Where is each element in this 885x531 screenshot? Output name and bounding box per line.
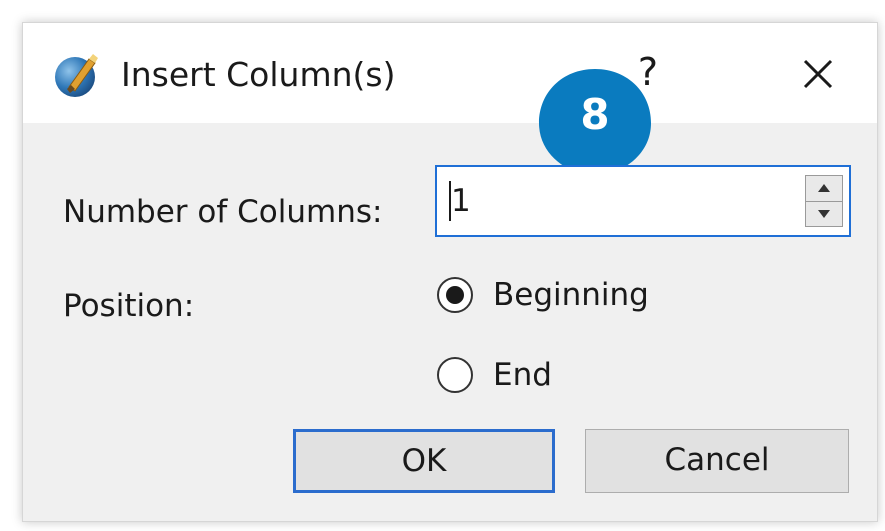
number-of-columns-input[interactable] [451, 167, 751, 235]
title-bar: Insert Column(s) ? [23, 23, 877, 123]
spin-up-button[interactable] [805, 175, 843, 201]
text-caret [449, 181, 451, 221]
callout-number: 8 [580, 90, 610, 139]
radio-unselected-icon [435, 355, 475, 395]
dialog-title: Insert Column(s) [121, 55, 396, 94]
arrow-down-icon [818, 210, 830, 218]
radio-end[interactable]: End [435, 347, 795, 403]
close-button[interactable] [793, 49, 843, 99]
arrow-up-icon [818, 184, 830, 192]
number-of-columns-spinbox[interactable] [435, 165, 851, 237]
number-of-columns-label: Number of Columns: [63, 194, 383, 230]
spin-down-button[interactable] [805, 201, 843, 227]
radio-beginning[interactable]: Beginning [435, 267, 795, 323]
insert-columns-dialog: Insert Column(s) ? 8 Number of Columns: [22, 22, 878, 522]
radio-end-label: End [493, 357, 552, 393]
cancel-button[interactable]: Cancel [585, 429, 849, 493]
ok-button[interactable]: OK [293, 429, 555, 493]
position-label: Position: [63, 288, 195, 324]
page: Insert Column(s) ? 8 Number of Columns: [0, 0, 885, 531]
paint-brush-icon [53, 51, 101, 99]
spin-buttons [805, 175, 843, 227]
close-icon [803, 59, 833, 89]
radio-beginning-label: Beginning [493, 277, 649, 313]
radio-selected-icon [435, 275, 475, 315]
